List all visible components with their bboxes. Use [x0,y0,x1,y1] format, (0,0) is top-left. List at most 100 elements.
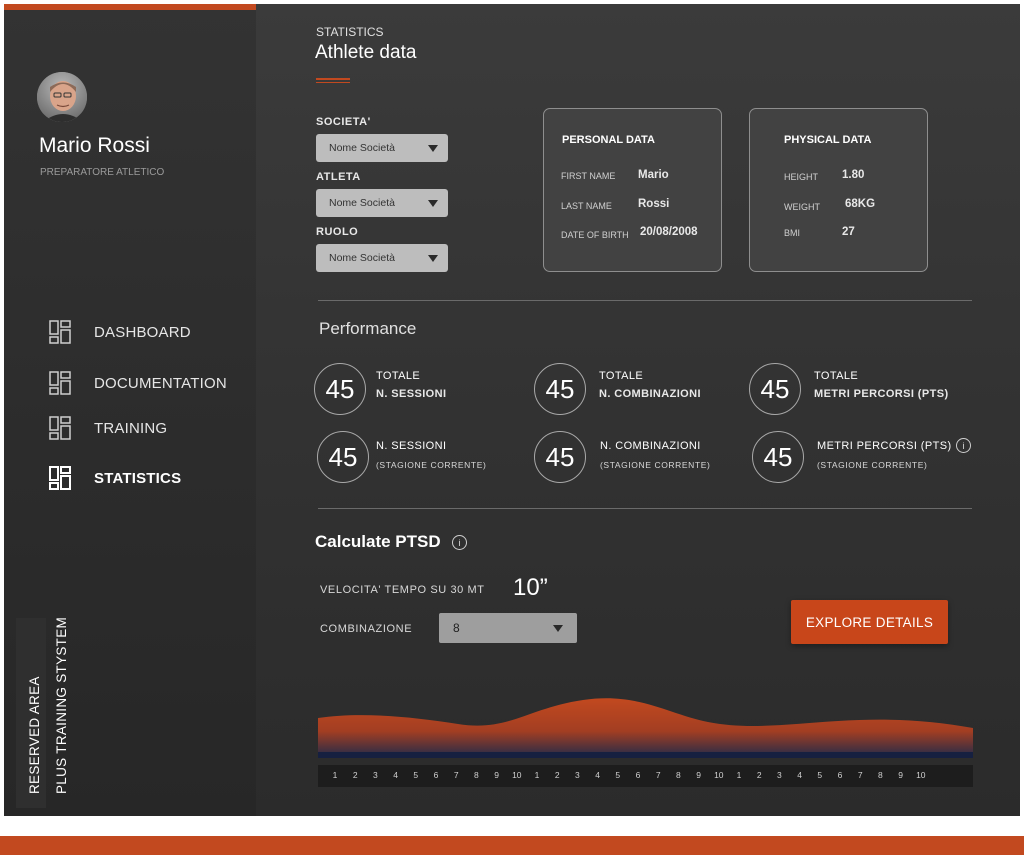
stat-label: METRI PERCORSI (PTS) [814,388,949,400]
wave-area [318,698,973,758]
bmi-value: 27 [842,226,855,238]
ruolo-select[interactable]: Nome Società [316,244,448,272]
atleta-select[interactable]: Nome Società [316,189,448,217]
explore-details-button[interactable]: EXPLORE DETAILS [791,600,948,644]
nav-item-training[interactable]: TRAINING [49,416,167,440]
nav-label-statistics: STATISTICS [94,469,182,487]
stat-value: 45 [760,373,790,404]
physical-data-card: PHYSICAL DATA HEIGHT 1.80 WEIGHT 68KG BM… [749,108,928,272]
x-tick-label: 5 [615,770,621,780]
atleta-select-value: Nome Società [329,197,395,209]
nav-label-documentation: DOCUMENTATION [94,374,227,392]
x-tick-label: 8 [474,770,479,780]
stat-value: 45 [545,373,575,404]
nav-item-dashboard[interactable]: DASHBOARD [49,320,191,344]
velocity-value: 10” [513,574,548,601]
stat-value: 45 [763,441,793,472]
performance-title: Performance [319,319,417,338]
x-tick-label: 4 [797,770,802,780]
weight-value: 68KG [845,198,876,210]
performance-wave-chart [318,698,973,758]
x-tick-label: 7 [857,770,863,780]
filter-label-societa: SOCIETA' [316,116,371,128]
stat-label: N. SESSIONI [376,440,447,452]
x-tick-label: 9 [494,770,499,780]
x-tick-label: 7 [655,770,661,780]
system-name-label: PLUS TRAINING STYSTEM [54,616,69,794]
x-tick-label: 2 [554,770,560,780]
first-name-key: FIRST NAME [561,171,616,181]
info-icon[interactable]: i [452,535,467,550]
societa-select-value: Nome Società [329,142,395,154]
x-tick-label: 1 [534,770,540,780]
velocity-label: VELOCITA' TEMPO SU 30 MT [320,584,485,596]
section-divider [318,300,972,301]
chevron-down-icon [428,254,438,262]
x-tick-label: 6 [635,770,641,780]
filter-label-atleta: ATLETA [316,171,361,183]
stat-sublabel: (STAGIONE CORRENTE) [600,460,711,470]
first-name-value: Mario [638,169,669,181]
sidebar-accent-bar [4,4,256,10]
x-tick-label: 3 [777,770,782,780]
stat-label: N. COMBINAZIONI [599,388,701,400]
stat-circle-season-combinations: 45 [534,431,586,483]
avatar[interactable] [37,72,87,122]
info-icon[interactable]: i [956,438,971,453]
height-key: HEIGHT [784,172,819,182]
avatar-photo-icon [37,72,87,122]
x-tick-label: 1 [736,770,742,780]
stat-sublabel: (STAGIONE CORRENTE) [376,460,487,470]
combination-select[interactable]: 8 [439,613,577,643]
stat-value: 45 [328,441,358,472]
x-tick-label: 3 [373,770,378,780]
bmi-key: BMI [784,228,801,238]
stat-label: N. SESSIONI [376,388,447,400]
personal-data-title: PERSONAL DATA [562,134,655,146]
x-tick-label: 3 [575,770,580,780]
x-tick-label: 10 [916,770,926,780]
breadcrumb: STATISTICS [316,25,384,39]
sidebar: Mario Rossi PREPARATORE ATLETICO DASHBOA… [4,4,256,816]
dashboard-grid-icon [49,320,71,344]
nav-item-statistics[interactable]: STATISTICS [49,466,181,490]
x-tick-label: 6 [837,770,843,780]
x-tick-label: 10 [714,770,724,780]
stat-circle-total-sessions: 45 [314,363,366,415]
stat-circle-season-sessions: 45 [317,431,369,483]
ptsd-title: Calculate PTSD [315,532,441,551]
x-tick-label: 9 [696,770,701,780]
x-tick-label: 2 [352,770,358,780]
section-divider [318,508,972,509]
chevron-down-icon [553,624,563,632]
nav-item-documentation[interactable]: DOCUMENTATION [49,371,227,395]
stat-circle-total-meters: 45 [749,363,801,415]
app-root: Mario Rossi PREPARATORE ATLETICO DASHBOA… [0,0,1024,855]
last-name-key: LAST NAME [561,201,612,211]
nav-label-training: TRAINING [94,419,168,437]
ruolo-select-value: Nome Società [329,252,395,264]
stat-circle-season-meters: 45 [752,431,804,483]
x-tick-label: 1 [332,770,338,780]
stat-label: TOTALE [599,370,644,382]
chart-x-axis: 1 2 3 4 5 6 7 8 9 10 1 2 3 4 5 6 7 8 9 10 1 2 3 4 5 6 7 8 9 10 [318,765,973,787]
date-of-birth-key: DATE OF BIRTH [561,230,629,240]
profile-name: Mario Rossi [39,134,150,157]
wave-baseline [318,752,973,758]
footer-accent-bar [0,836,1024,855]
x-tick-label: 8 [676,770,681,780]
societa-select[interactable]: Nome Società [316,134,448,162]
chevron-down-icon [428,199,438,207]
x-tick-label: 8 [878,770,883,780]
combination-select-value: 8 [453,621,460,635]
physical-data-title: PHYSICAL DATA [784,134,872,146]
page-title: Athlete data [315,42,417,63]
stat-value: 45 [545,441,575,472]
x-tick-label: 9 [898,770,903,780]
profile-role: PREPARATORE ATLETICO [40,167,165,178]
last-name-value: Rossi [638,198,670,210]
stat-label: TOTALE [814,370,859,382]
x-tick-label: 10 [512,770,522,780]
height-value: 1.80 [842,169,865,181]
combination-label: COMBINAZIONE [320,623,413,635]
